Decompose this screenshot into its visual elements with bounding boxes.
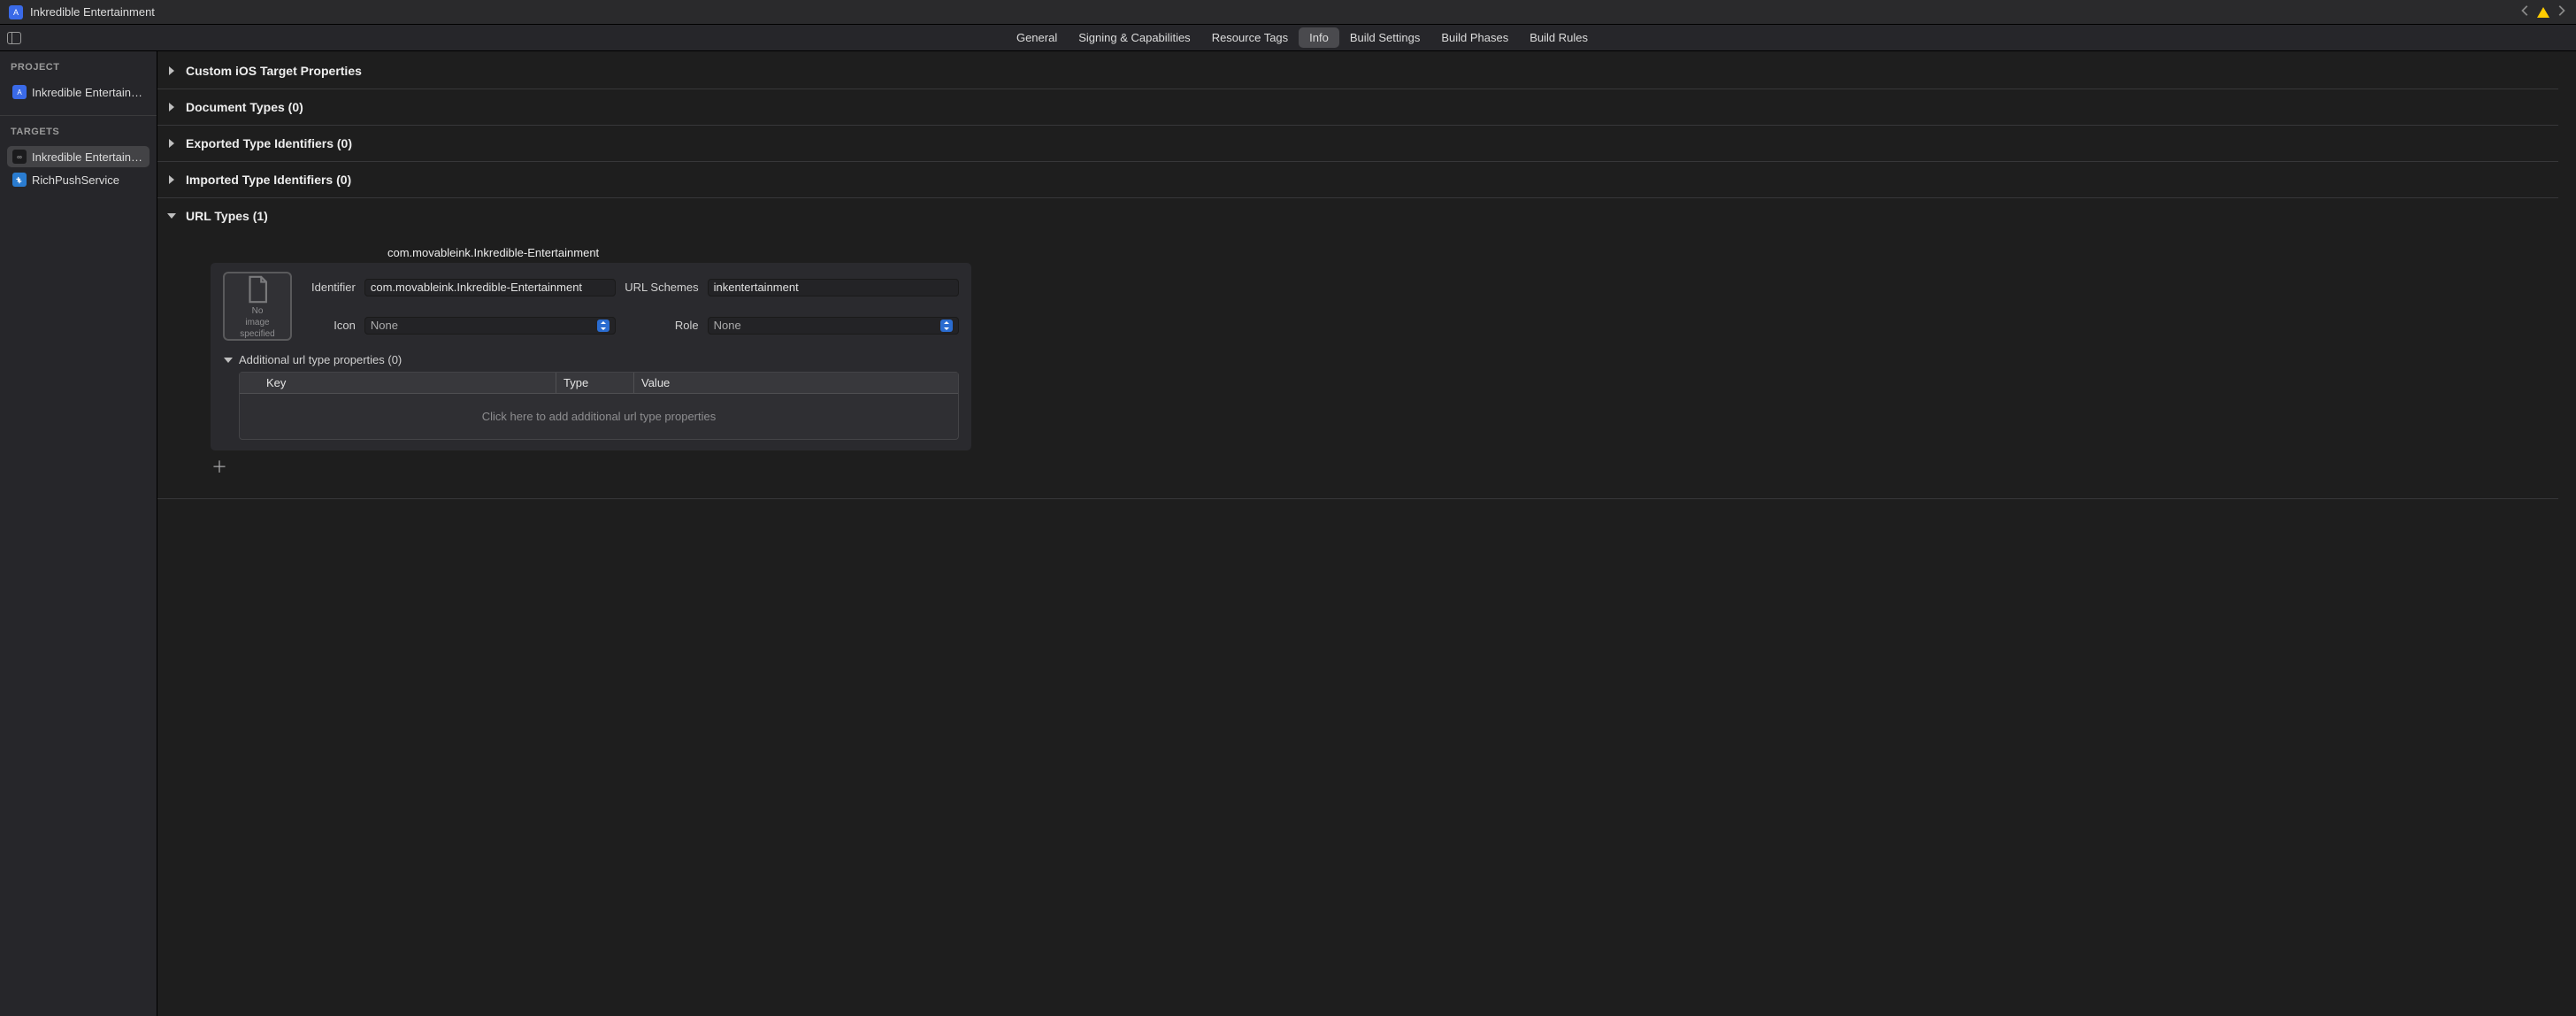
sidebar-header-project: PROJECT [7, 62, 150, 73]
chevron-right-icon [166, 138, 177, 149]
image-placeholder-l1: No [252, 306, 264, 316]
sidebar-item-project[interactable]: A Inkredible Entertain… [7, 81, 150, 103]
identifier-field[interactable] [364, 279, 616, 296]
url-type-title: com.movableink.Inkredible-Entertainment [387, 246, 2541, 259]
url-icon-well[interactable]: No image specified [223, 272, 292, 341]
image-placeholder-l3: specified [240, 329, 274, 339]
target-ext-label: RichPushService [32, 173, 119, 187]
tabbar: General Signing & Capabilities Resource … [0, 25, 2576, 51]
select-arrows-icon [940, 319, 953, 332]
sidebar-item-target-ext[interactable]: RichPushService [7, 169, 150, 190]
section-custom-properties[interactable]: Custom iOS Target Properties [157, 53, 2558, 89]
section-exported-types-label: Exported Type Identifiers (0) [186, 136, 352, 150]
section-url-types[interactable]: URL Types (1) [157, 198, 2558, 234]
chevron-right-icon [166, 102, 177, 112]
section-exported-types[interactable]: Exported Type Identifiers (0) [157, 126, 2558, 162]
image-placeholder-l2: image [245, 318, 269, 327]
identifier-label: Identifier [311, 281, 356, 294]
icon-select[interactable]: None [364, 317, 616, 335]
add-url-type-button[interactable]: ＋ [211, 458, 228, 475]
extension-icon [12, 173, 27, 187]
section-url-types-label: URL Types (1) [186, 209, 268, 223]
icon-select-value: None [371, 319, 398, 332]
warning-icon[interactable] [2537, 7, 2549, 18]
role-label: Role [625, 319, 698, 332]
project-item-label: Inkredible Entertain… [32, 86, 142, 99]
sidebar-header-targets: TARGETS [7, 127, 150, 137]
table-header: Key Type Value [240, 373, 958, 394]
col-value: Value [634, 373, 958, 393]
nav-forward-icon[interactable] [2555, 4, 2567, 19]
target-app-icon: ∞ [12, 150, 27, 164]
tab-general[interactable]: General [1006, 27, 1068, 48]
main-content: Custom iOS Target Properties Document Ty… [157, 51, 2576, 1016]
section-imported-types-label: Imported Type Identifiers (0) [186, 173, 351, 187]
role-select-value: None [714, 319, 741, 332]
sidebar-item-target-app[interactable]: ∞ Inkredible Entertain… [7, 146, 150, 167]
tab-build-rules[interactable]: Build Rules [1519, 27, 1598, 48]
icon-label: Icon [311, 319, 356, 332]
app-icon: A [9, 5, 23, 19]
tab-signing[interactable]: Signing & Capabilities [1068, 27, 1200, 48]
select-arrows-icon [597, 319, 610, 332]
chevron-down-icon [166, 211, 177, 221]
chevron-right-icon [166, 65, 177, 76]
target-app-label: Inkredible Entertain… [32, 150, 142, 164]
section-document-types-label: Document Types (0) [186, 100, 303, 114]
url-types-content: com.movableink.Inkredible-Entertainment … [157, 234, 2558, 499]
additional-properties-label: Additional url type properties (0) [239, 353, 402, 366]
col-key: Key [240, 373, 556, 393]
tab-info[interactable]: Info [1299, 27, 1339, 48]
role-select[interactable]: None [708, 317, 959, 335]
chevron-down-icon [223, 355, 234, 366]
window-title: Inkredible Entertainment [30, 5, 155, 19]
project-icon: A [12, 85, 27, 99]
tab-build-phases[interactable]: Build Phases [1430, 27, 1519, 48]
section-custom-label: Custom iOS Target Properties [186, 64, 362, 78]
table-empty-row[interactable]: Click here to add additional url type pr… [240, 394, 958, 439]
url-schemes-field[interactable] [708, 279, 959, 296]
sidebar: PROJECT A Inkredible Entertain… TARGETS … [0, 51, 157, 1016]
url-schemes-label: URL Schemes [625, 281, 698, 294]
url-type-card: No image specified Identifier URL Scheme… [211, 263, 971, 450]
nav-back-icon[interactable] [2519, 4, 2532, 19]
section-imported-types[interactable]: Imported Type Identifiers (0) [157, 162, 2558, 198]
chevron-right-icon [166, 174, 177, 185]
additional-properties-toggle[interactable]: Additional url type properties (0) [223, 353, 959, 366]
section-document-types[interactable]: Document Types (0) [157, 89, 2558, 126]
titlebar: A Inkredible Entertainment [0, 0, 2576, 25]
tab-build-settings[interactable]: Build Settings [1339, 27, 1431, 48]
additional-properties-table: Key Type Value Click here to add additio… [239, 372, 959, 440]
sidebar-toggle-icon[interactable] [7, 32, 21, 44]
tab-resource-tags[interactable]: Resource Tags [1201, 27, 1299, 48]
col-type: Type [556, 373, 634, 393]
